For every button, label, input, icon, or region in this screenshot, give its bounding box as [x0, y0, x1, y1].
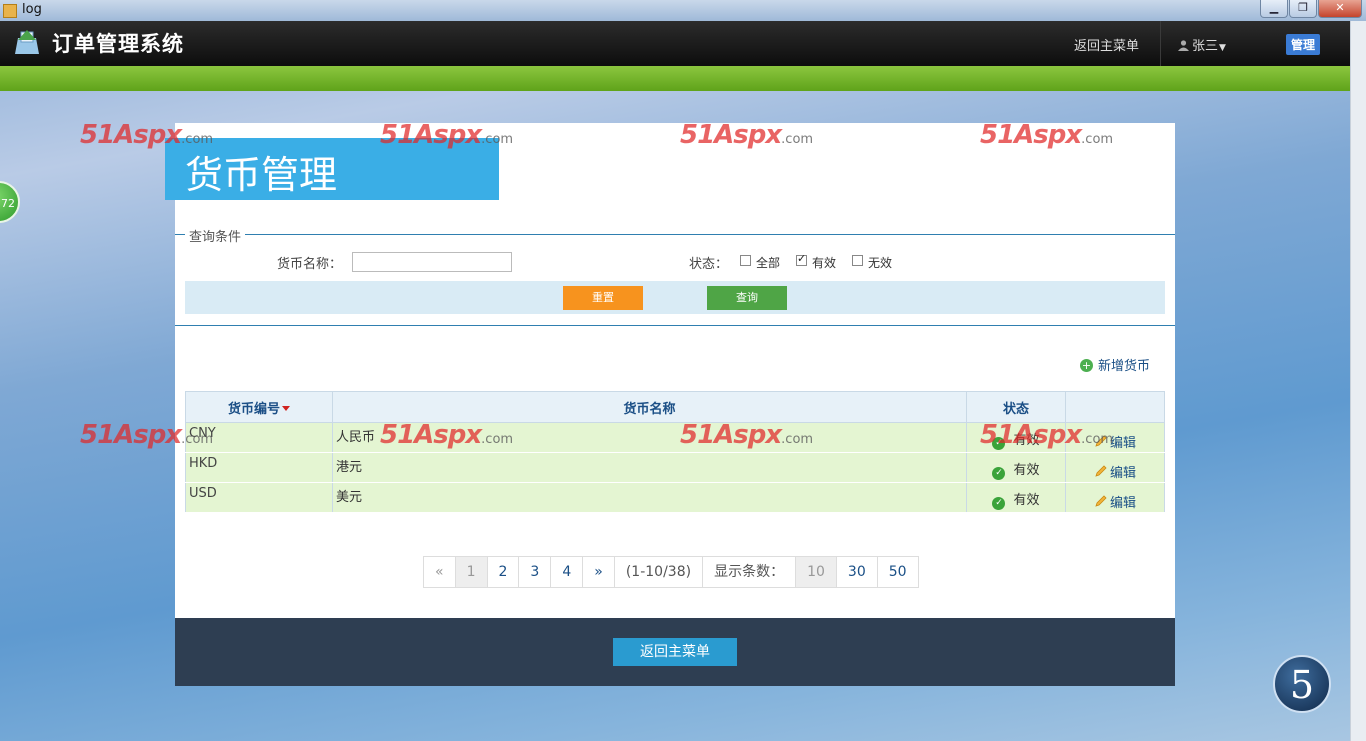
- pagination: « 1 2 3 4 » (1-10/38) 显示条数： 10 30 50: [423, 556, 919, 588]
- pencil-icon: [1095, 465, 1107, 477]
- status-invalid-checkbox[interactable]: [852, 255, 863, 266]
- table-row: HKD 港元 ✓ 有效 编辑: [185, 452, 1165, 483]
- window-controls: ▁ ❐ ✕: [1259, 0, 1362, 18]
- page-title-block: 货币管理: [165, 138, 499, 200]
- edit-link[interactable]: 编辑: [1110, 436, 1136, 451]
- page-prev[interactable]: «: [424, 557, 456, 587]
- table-row: USD 美元 ✓ 有效 编辑: [185, 482, 1165, 513]
- cell-status: ✓ 有效: [966, 452, 1066, 483]
- cell-action: 编辑: [1065, 422, 1165, 453]
- table-row: CNY 人民币 ✓ 有效 编辑: [185, 422, 1165, 453]
- col-header-code-label: 货币编号: [227, 401, 280, 417]
- page-size-label: 显示条数：: [703, 557, 797, 587]
- footer-back-button[interactable]: 返回主菜单: [613, 638, 737, 666]
- maximize-icon[interactable]: ❐: [1289, 0, 1317, 18]
- cell-name: 人民币: [332, 422, 967, 453]
- edit-link[interactable]: 编辑: [1110, 466, 1136, 481]
- app-window-icon: [3, 4, 17, 18]
- logo-icon: [15, 30, 39, 54]
- query-button-bar: [185, 281, 1165, 314]
- window-titlebar: log ▁ ❐ ✕: [0, 0, 1366, 22]
- page-size-50[interactable]: 50: [878, 557, 918, 587]
- col-header-name: 货币名称: [332, 391, 967, 423]
- page-title: 货币管理: [185, 153, 338, 197]
- page-4[interactable]: 4: [551, 557, 584, 587]
- plus-circle-icon: +: [1080, 359, 1093, 372]
- close-icon[interactable]: ✕: [1318, 0, 1362, 18]
- currency-table: 货币编号 货币名称 状态 CNY 人民币 ✓ 有效 编辑 HKD 港元 ✓ 有效 编…: [185, 391, 1165, 513]
- window-title: log: [22, 2, 42, 17]
- edit-link[interactable]: 编辑: [1110, 496, 1136, 511]
- pencil-icon: [1095, 435, 1107, 447]
- status-valid-label: 有效: [812, 256, 837, 270]
- cell-code: USD: [185, 482, 333, 513]
- table-header-row: 货币编号 货币名称 状态: [185, 391, 1165, 423]
- user-icon: [1178, 40, 1189, 51]
- query-legend: 查询条件: [185, 226, 246, 245]
- admin-button[interactable]: 管理: [1286, 34, 1321, 55]
- cell-code: HKD: [185, 452, 333, 483]
- window-scrollbar[interactable]: [1350, 21, 1366, 741]
- check-circle-icon: ✓: [992, 467, 1006, 480]
- app-header: 订单管理系统 返回主菜单 张三▼ 管理: [0, 21, 1350, 66]
- check-circle-icon: ✓: [992, 437, 1006, 450]
- cell-code: CNY: [185, 422, 333, 453]
- reset-button[interactable]: 重置: [563, 286, 643, 310]
- pencil-icon: [1095, 495, 1107, 507]
- currency-name-label: 货币名称：: [277, 257, 343, 272]
- search-button[interactable]: 查询: [707, 286, 787, 310]
- chevron-down-icon: ▼: [1219, 43, 1226, 53]
- status-all-checkbox[interactable]: [740, 255, 751, 266]
- user-menu[interactable]: 张三▼: [1178, 35, 1226, 54]
- check-circle-icon: ✓: [992, 497, 1006, 510]
- minimize-icon[interactable]: ▁: [1260, 0, 1288, 18]
- status-label: 状态：: [689, 257, 729, 272]
- add-currency-label: 新增货币: [1098, 359, 1151, 374]
- status-text: 有效: [1013, 463, 1040, 478]
- user-name: 张三: [1192, 39, 1219, 54]
- status-valid-checkbox[interactable]: [796, 252, 807, 266]
- query-fieldset-bottom: [175, 325, 1175, 326]
- nav-divider: [1160, 21, 1161, 66]
- col-header-code[interactable]: 货币编号: [185, 391, 333, 423]
- nav-back-to-menu[interactable]: 返回主菜单: [1074, 35, 1139, 54]
- status-all-label: 全部: [756, 256, 781, 270]
- page-next[interactable]: »: [583, 557, 615, 587]
- header-accent-bar: [0, 66, 1350, 91]
- cell-status: ✓ 有效: [966, 422, 1066, 453]
- cell-status: ✓ 有效: [966, 482, 1066, 513]
- page-3[interactable]: 3: [519, 557, 552, 587]
- page-size-10[interactable]: 10: [796, 557, 837, 587]
- cell-action: 编辑: [1065, 482, 1165, 513]
- status-invalid-label: 无效: [868, 256, 893, 270]
- add-currency-button[interactable]: + 新增货币: [1080, 355, 1150, 374]
- query-fieldset-top: [175, 234, 1175, 235]
- cell-action: 编辑: [1065, 452, 1165, 483]
- currency-name-input[interactable]: [352, 252, 512, 272]
- cell-name: 港元: [332, 452, 967, 483]
- col-header-status: 状态: [966, 391, 1066, 423]
- status-text: 有效: [1013, 493, 1040, 508]
- sort-desc-icon: [282, 405, 290, 411]
- status-text: 有效: [1013, 433, 1040, 448]
- col-header-op: [1065, 391, 1165, 423]
- page-2[interactable]: 2: [488, 557, 520, 587]
- corner-float-badge[interactable]: 5: [1273, 655, 1331, 713]
- cell-name: 美元: [332, 482, 967, 513]
- app-brand: 订单管理系统: [52, 32, 184, 56]
- side-float-badge[interactable]: 72: [0, 181, 20, 223]
- page-size-30[interactable]: 30: [837, 557, 878, 587]
- page-range: (1-10/38): [615, 557, 704, 587]
- page-1[interactable]: 1: [455, 557, 488, 587]
